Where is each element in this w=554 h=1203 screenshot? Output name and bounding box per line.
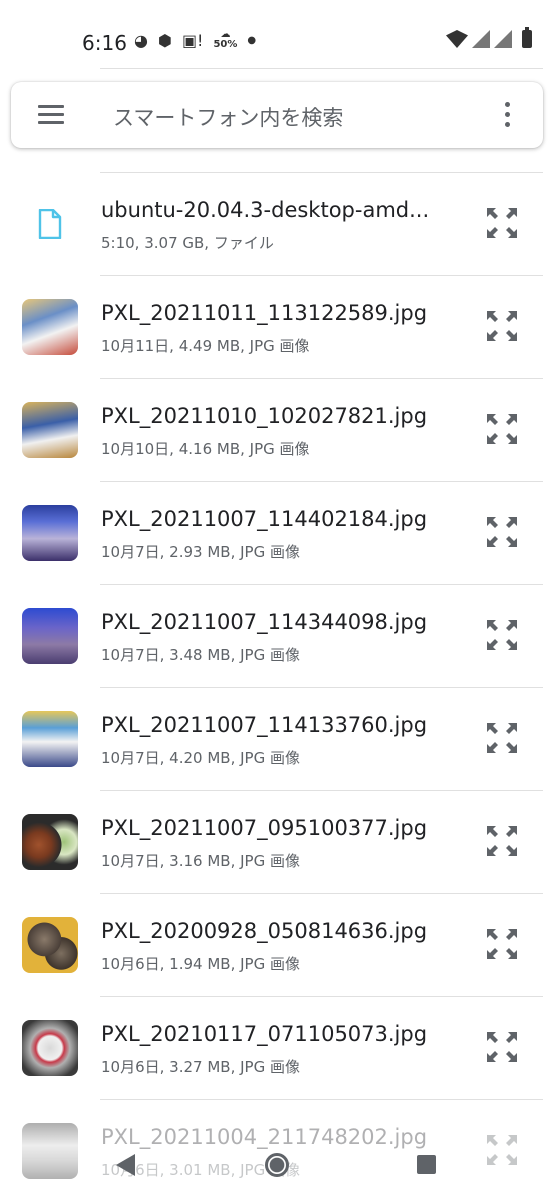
file-row[interactable]: PXL_20211007_114402184.jpg 10月7日, 2.93 M… (0, 482, 554, 585)
document-icon (38, 209, 62, 239)
signal-icon-2 (494, 30, 512, 48)
expand-icon[interactable] (485, 721, 519, 755)
file-row[interactable]: PXL_20210117_071105073.jpg 10月6日, 3.27 M… (0, 997, 554, 1100)
file-name: PXL_20211007_095100377.jpg (101, 816, 428, 840)
hamburger-menu-icon[interactable] (38, 105, 64, 125)
search-input[interactable]: スマートフォン内を検索 (113, 102, 343, 132)
bus-alert-icon: ▣! (181, 30, 204, 50)
status-time: 6:16 (82, 31, 127, 55)
navigation-bar (0, 1132, 554, 1200)
signal-icon (472, 30, 490, 48)
file-row[interactable]: PXL_20211011_113122589.jpg 10月11日, 4.49 … (0, 276, 554, 379)
notification-icons: ◕ ⬢ ▣! ☁ 50% ● (134, 30, 256, 50)
file-row[interactable]: PXL_20211007_114344098.jpg 10月7日, 3.48 M… (0, 585, 554, 688)
file-meta: 10月6日, 3.27 MB, JPG 画像 (101, 1058, 300, 1076)
file-meta: 10月11日, 4.49 MB, JPG 画像 (101, 337, 310, 355)
expand-icon[interactable] (485, 515, 519, 549)
file-name: ubuntu-20.04.3-desktop-amd... (101, 198, 430, 222)
expand-icon[interactable] (485, 412, 519, 446)
notification-icon: ◕ (134, 30, 148, 50)
image-thumbnail (22, 917, 78, 973)
image-thumbnail (22, 402, 78, 458)
image-thumbnail (22, 505, 78, 561)
file-name: PXL_20211007_114402184.jpg (101, 507, 428, 531)
file-meta: 10月7日, 3.16 MB, JPG 画像 (101, 852, 300, 870)
file-meta: 5:10, 3.07 GB, ファイル (101, 234, 274, 252)
dot-icon: ● (247, 34, 257, 46)
image-thumbnail (22, 1020, 78, 1076)
recents-button[interactable] (417, 1155, 436, 1174)
expand-icon[interactable] (485, 824, 519, 858)
image-thumbnail (22, 608, 78, 664)
wifi-icon (446, 30, 468, 48)
more-options-icon[interactable] (505, 102, 511, 128)
battery-saver-icon: ☁ 50% (213, 29, 238, 50)
file-meta: 10月6日, 1.94 MB, JPG 画像 (101, 955, 300, 973)
expand-icon[interactable] (485, 927, 519, 961)
file-row[interactable]: ubuntu-20.04.3-desktop-amd... 5:10, 3.07… (0, 173, 554, 276)
package-icon: ⬢ (157, 30, 172, 50)
file-name: PXL_20211007_114344098.jpg (101, 610, 428, 634)
file-meta: 10月7日, 2.93 MB, JPG 画像 (101, 543, 300, 561)
battery-saver-label: 50% (213, 39, 238, 50)
file-name: PXL_20210117_071105073.jpg (101, 1022, 428, 1046)
file-row[interactable]: PXL_20211007_095100377.jpg 10月7日, 3.16 M… (0, 791, 554, 894)
file-name: PXL_20211007_114133760.jpg (101, 713, 428, 737)
image-thumbnail (22, 711, 78, 767)
expand-icon[interactable] (485, 309, 519, 343)
file-row[interactable]: PXL_20211007_114133760.jpg 10月7日, 4.20 M… (0, 688, 554, 791)
image-thumbnail (22, 814, 78, 870)
home-button[interactable] (265, 1153, 289, 1177)
expand-icon[interactable] (485, 1030, 519, 1064)
file-meta: 10月7日, 4.20 MB, JPG 画像 (101, 749, 300, 767)
search-bar[interactable]: スマートフォン内を検索 (11, 82, 543, 148)
file-list: ubuntu-20.04.3-desktop-amd... 5:10, 3.07… (0, 173, 554, 1203)
status-bar: 6:16 ◕ ⬢ ▣! ☁ 50% ● (0, 0, 554, 86)
expand-icon[interactable] (485, 618, 519, 652)
file-name: PXL_20200928_050814636.jpg (101, 919, 428, 943)
divider (100, 68, 543, 69)
file-row[interactable]: PXL_20200928_050814636.jpg 10月6日, 1.94 M… (0, 894, 554, 997)
file-name: PXL_20211011_113122589.jpg (101, 301, 428, 325)
file-name: PXL_20211010_102027821.jpg (101, 404, 428, 428)
expand-icon[interactable] (485, 206, 519, 240)
file-meta: 10月10日, 4.16 MB, JPG 画像 (101, 440, 310, 458)
back-button[interactable] (116, 1154, 135, 1176)
image-thumbnail (22, 299, 78, 355)
file-meta: 10月7日, 3.48 MB, JPG 画像 (101, 646, 300, 664)
battery-icon (522, 27, 532, 48)
system-status-icons (446, 27, 532, 48)
file-row[interactable]: PXL_20211010_102027821.jpg 10月10日, 4.16 … (0, 379, 554, 482)
